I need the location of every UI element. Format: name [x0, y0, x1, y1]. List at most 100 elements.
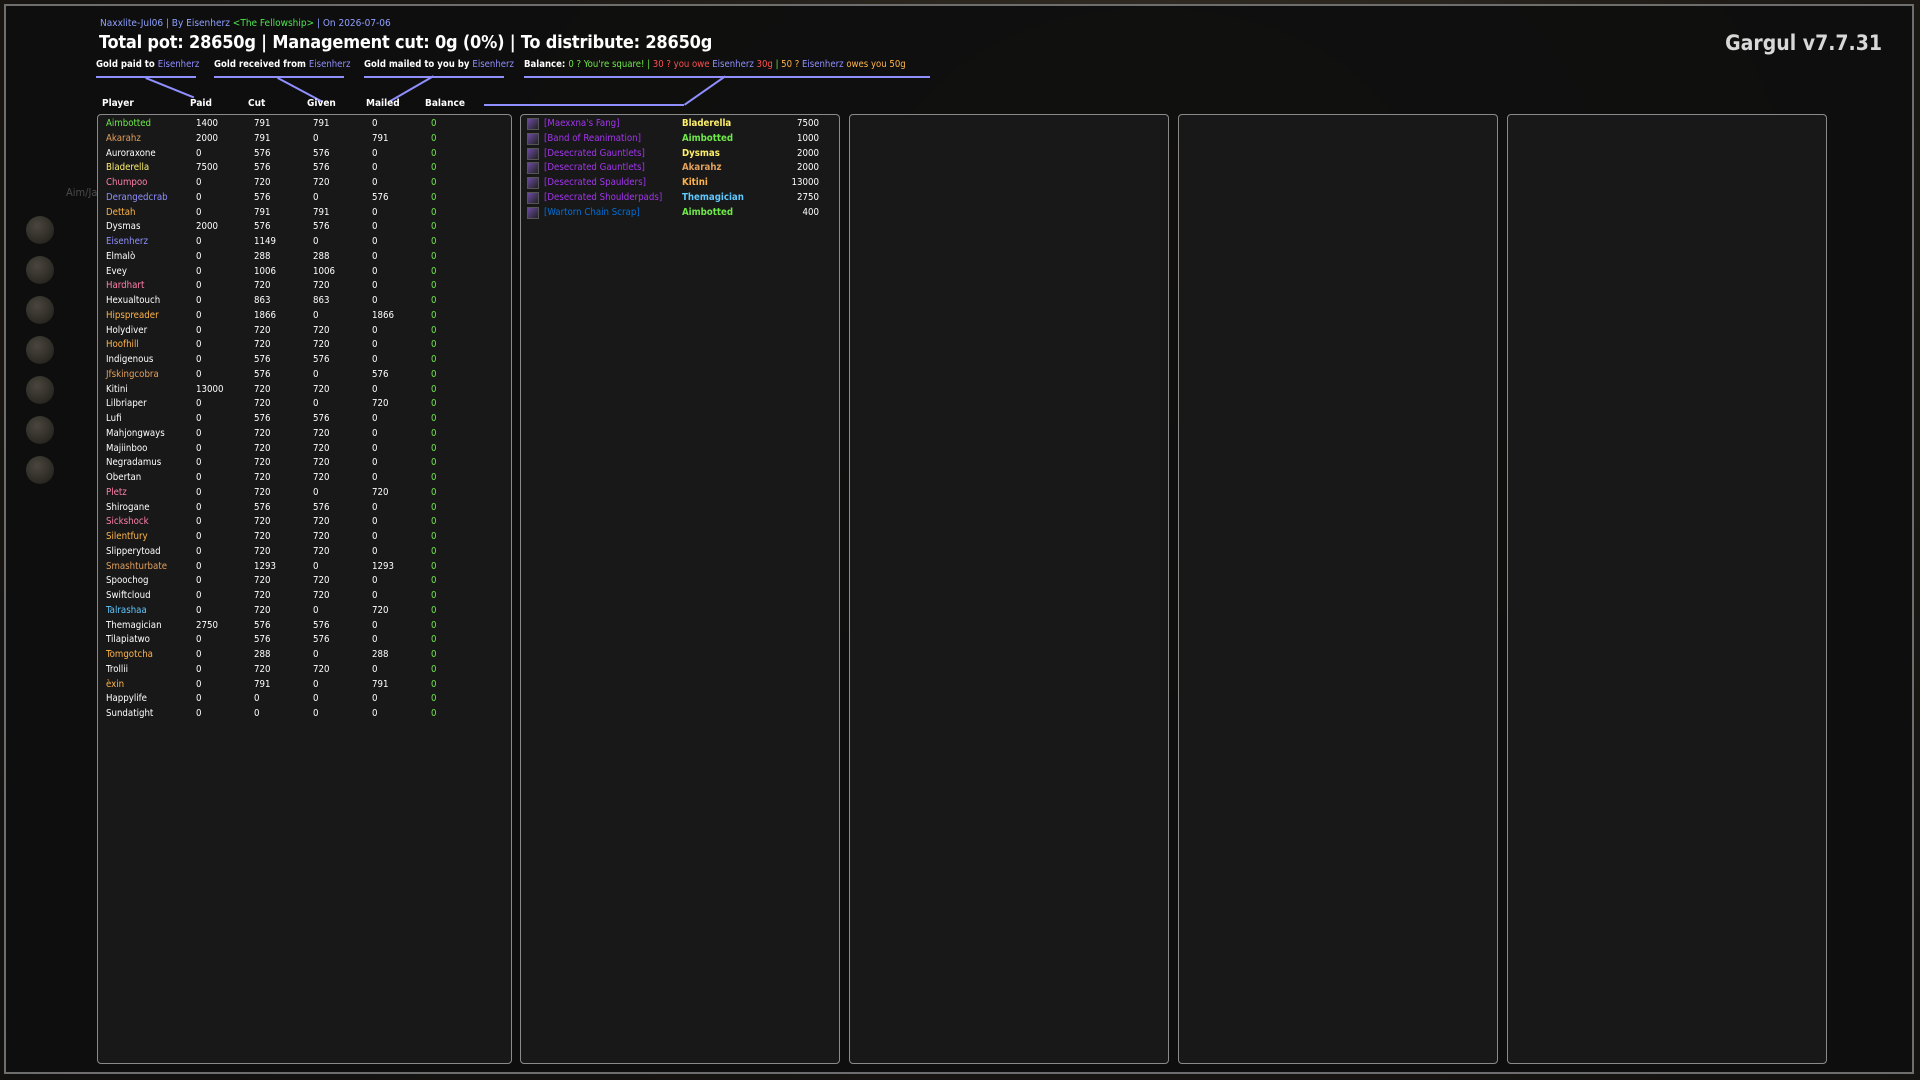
item-link[interactable]: [Desecrated Shoulderpads]	[544, 192, 662, 203]
column-header-given[interactable]: Given	[307, 98, 336, 109]
item-link[interactable]: [Desecrated Gauntlets]	[544, 162, 645, 173]
column-header-mailed[interactable]: Mailed	[366, 98, 400, 109]
column-header-player[interactable]: Player	[102, 98, 134, 109]
item-icon[interactable]	[527, 118, 539, 130]
cell-paid: 0	[196, 427, 202, 439]
item-link[interactable]: [Band of Reanimation]	[544, 133, 641, 144]
bg-avatar	[26, 336, 54, 364]
legend-separator: |	[772, 59, 782, 70]
cell-balance: 0	[431, 147, 437, 159]
loot-amount: 13000	[791, 177, 819, 188]
item-link[interactable]: [Maexxna's Fang]	[544, 118, 620, 129]
cell-balance: 0	[431, 324, 437, 336]
cell-given: 0	[313, 236, 319, 247]
cell-balance: 0	[431, 649, 437, 660]
cell-paid: 0	[196, 339, 202, 351]
cell-given: 576	[313, 501, 330, 513]
cell-balance: 0	[431, 545, 437, 557]
cell-cut: 576	[254, 354, 271, 365]
legend-label: Balance:	[524, 59, 569, 70]
cell-cut: 720	[254, 383, 271, 395]
cell-cut: 576	[254, 634, 271, 646]
cell-mailed: 0	[372, 590, 378, 601]
cell-paid: 0	[196, 147, 202, 159]
cell-paid: 0	[196, 634, 202, 646]
cell-paid: 0	[196, 531, 202, 542]
cell-given: 0	[313, 649, 319, 660]
cell-paid: 13000	[196, 383, 224, 395]
cell-name: Evey	[106, 265, 127, 277]
loot-winner: Kitini	[682, 177, 708, 188]
legend-name: Eisenherz	[157, 59, 200, 70]
cell-given: 576	[313, 147, 330, 159]
cell-paid: 0	[196, 708, 202, 719]
cell-given: 576	[313, 162, 330, 174]
cell-cut: 720	[254, 590, 271, 601]
item-icon[interactable]	[527, 147, 539, 160]
cell-name: Lufi	[106, 413, 122, 424]
item-link[interactable]: [Wartorn Chain Scrap]	[544, 207, 640, 218]
cell-cut: 1149	[254, 236, 276, 247]
item-icon[interactable]	[527, 191, 539, 204]
cell-balance: 0	[431, 693, 437, 705]
cell-given: 576	[313, 413, 330, 424]
cell-mailed: 791	[372, 132, 389, 144]
item-icon[interactable]	[527, 162, 539, 175]
cell-name: Mahjongways	[106, 427, 165, 439]
item-link[interactable]: [Desecrated Spaulders]	[544, 177, 646, 188]
empty-panel	[1507, 114, 1827, 1064]
cell-paid: 0	[196, 177, 202, 188]
balance-owed-text: 50 ?	[781, 59, 803, 70]
cell-name: Aimbotted	[106, 118, 152, 129]
cell-name: Akarahz	[106, 132, 141, 144]
cell-balance: 0	[431, 472, 437, 483]
cell-given: 0	[313, 693, 319, 705]
item-link[interactable]: [Desecrated Gauntlets]	[544, 148, 645, 159]
cell-cut: 791	[254, 678, 271, 690]
cell-name: Hardhart	[106, 280, 145, 292]
cell-mailed: 0	[372, 221, 378, 233]
legend-name: Eisenherz	[802, 59, 844, 70]
cell-given: 720	[313, 663, 330, 675]
column-header-balance[interactable]: Balance	[425, 98, 465, 109]
balance-owe-amount: 30g	[753, 59, 773, 70]
cell-paid: 0	[196, 486, 202, 498]
cell-name: Happylife	[106, 693, 147, 705]
item-icon[interactable]	[527, 206, 539, 219]
cell-cut: 720	[254, 472, 271, 483]
cell-mailed: 791	[372, 678, 389, 690]
cell-name: Spoochog	[106, 575, 149, 587]
legend-separator: |	[644, 59, 653, 70]
cell-cut: 576	[254, 619, 271, 631]
loot-winner: Dysmas	[682, 147, 720, 159]
cell-balance: 0	[431, 177, 437, 188]
cell-name: Trollii	[106, 663, 129, 675]
column-header-cut[interactable]: Cut	[248, 98, 265, 109]
cell-name: Smashturbate	[106, 560, 168, 572]
cell-balance: 0	[431, 413, 437, 424]
cell-cut: 720	[254, 280, 271, 292]
cell-mailed: 0	[372, 295, 378, 306]
cell-cut: 791	[254, 132, 271, 144]
cell-cut: 720	[254, 427, 271, 439]
cell-mailed: 0	[372, 663, 378, 675]
cell-paid: 0	[196, 265, 202, 277]
cell-balance: 0	[431, 604, 437, 616]
legend-connector	[684, 75, 726, 106]
loot-amount: 2750	[797, 191, 819, 203]
cell-paid: 0	[196, 354, 202, 365]
column-header-paid[interactable]: Paid	[190, 98, 212, 109]
cell-name: Slipperytoad	[106, 545, 161, 557]
bg-avatar	[26, 256, 54, 284]
item-icon[interactable]	[527, 177, 539, 189]
cell-mailed: 0	[372, 354, 378, 365]
loot-amount: 2000	[797, 162, 819, 174]
cell-mailed: 0	[372, 324, 378, 336]
item-icon[interactable]	[527, 132, 539, 145]
cell-given: 0	[313, 191, 319, 203]
empty-panel	[849, 114, 1169, 1064]
cell-given: 720	[313, 516, 330, 528]
cell-paid: 0	[196, 545, 202, 557]
cell-given: 720	[313, 575, 330, 587]
cell-cut: 576	[254, 368, 271, 380]
